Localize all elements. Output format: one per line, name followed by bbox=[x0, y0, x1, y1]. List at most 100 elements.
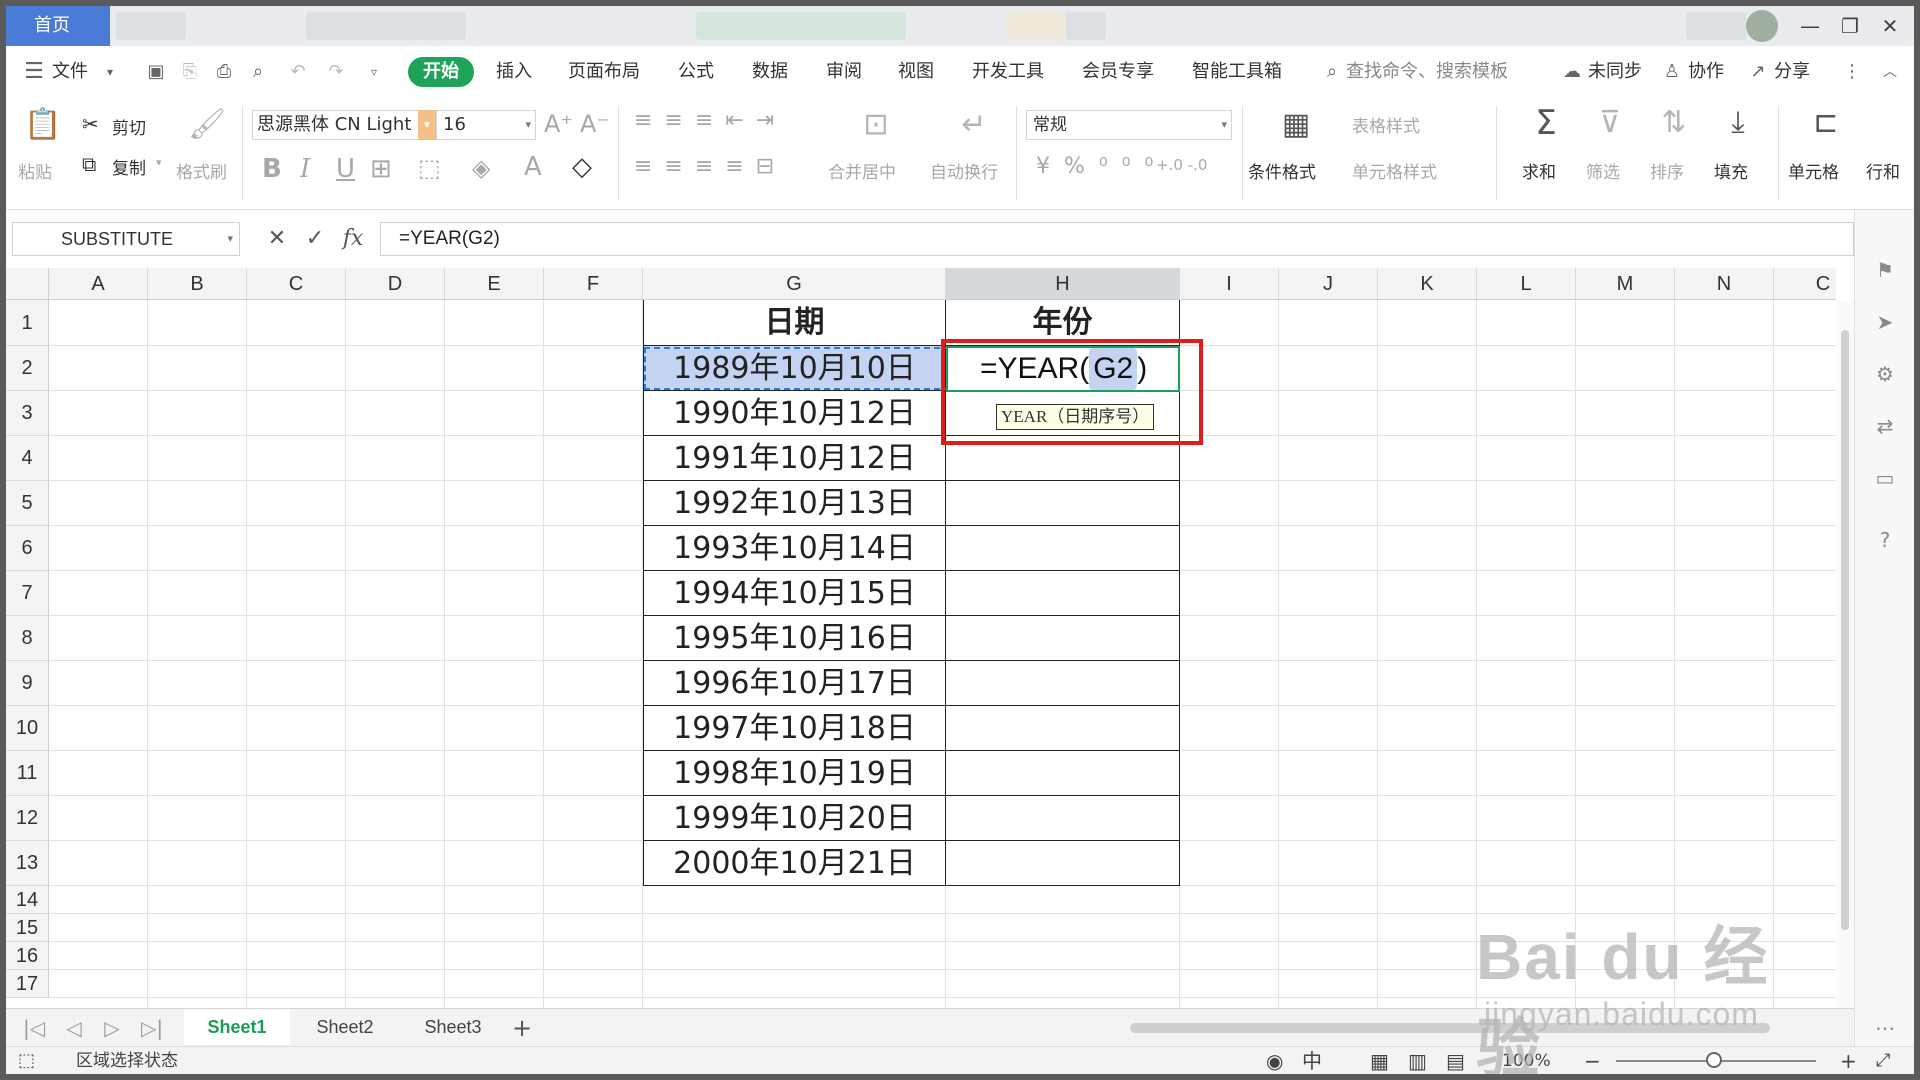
date-cell[interactable]: 1997年10月18日 bbox=[644, 706, 946, 751]
date-cell[interactable]: 1991年10月12日 bbox=[644, 436, 946, 481]
customize-icon[interactable]: ▿ bbox=[362, 60, 386, 84]
row-header[interactable]: 11 bbox=[6, 751, 49, 796]
column-header[interactable]: L bbox=[1477, 268, 1576, 300]
date-cell[interactable]: 1996年10月17日 bbox=[644, 661, 946, 706]
date-cell[interactable]: 1999年10月20日 bbox=[644, 796, 946, 841]
date-cell[interactable]: 1994年10月15日 bbox=[644, 571, 946, 616]
column-header[interactable]: G bbox=[643, 268, 946, 300]
cell-icon[interactable]: ⊏ bbox=[1806, 106, 1846, 140]
cursor-icon[interactable]: ➤ bbox=[1873, 310, 1897, 334]
column-header[interactable]: A bbox=[49, 268, 148, 300]
first-sheet-icon[interactable]: |◁ bbox=[22, 1015, 46, 1041]
redo-icon[interactable]: ↷ bbox=[324, 60, 348, 84]
language-icon[interactable]: 中 bbox=[1302, 1049, 1322, 1073]
menu-data[interactable]: 数据 bbox=[752, 58, 788, 86]
tab-blurred[interactable] bbox=[1066, 12, 1106, 40]
sheet-tab-1[interactable]: Sheet1 bbox=[184, 1009, 290, 1045]
sheet-tab-2[interactable]: Sheet2 bbox=[292, 1009, 398, 1045]
menu-smart-toolbox[interactable]: 智能工具箱 bbox=[1192, 58, 1282, 86]
date-cell[interactable]: 1998年10月19日 bbox=[644, 751, 946, 796]
help-icon[interactable]: ? bbox=[1873, 528, 1897, 552]
close-button[interactable]: ✕ bbox=[1870, 10, 1910, 42]
sum-icon[interactable]: Σ bbox=[1526, 106, 1566, 140]
year-cell[interactable] bbox=[946, 481, 1180, 526]
date-cell[interactable]: 1995年10月16日 bbox=[644, 616, 946, 661]
fill-button[interactable]: 填充 bbox=[1714, 158, 1748, 183]
year-cell[interactable] bbox=[946, 796, 1180, 841]
print-icon[interactable]: ⎙ bbox=[212, 60, 236, 84]
more-icon[interactable]: ⋮ bbox=[1840, 60, 1864, 84]
transform-icon[interactable]: ⇄ bbox=[1873, 414, 1897, 438]
account-blurred[interactable] bbox=[1686, 12, 1746, 40]
row-header[interactable]: 8 bbox=[6, 616, 49, 661]
undo-icon[interactable]: ↶ bbox=[286, 60, 310, 84]
tab-blurred[interactable] bbox=[306, 12, 466, 40]
page-layout-view-icon[interactable]: ▥ bbox=[1408, 1049, 1427, 1073]
cell-g1-header[interactable]: 日期 bbox=[644, 300, 946, 346]
command-search[interactable]: 查找命令、搜索模板 bbox=[1346, 58, 1508, 86]
share-button[interactable]: 分享 bbox=[1774, 58, 1810, 86]
row-header[interactable]: 7 bbox=[6, 571, 49, 616]
year-cell[interactable] bbox=[946, 841, 1180, 886]
date-cell[interactable]: 2000年10月21日 bbox=[644, 841, 946, 886]
column-header[interactable]: D bbox=[346, 268, 445, 300]
sync-status[interactable]: 未同步 bbox=[1588, 58, 1642, 86]
column-header[interactable]: J bbox=[1279, 268, 1378, 300]
minimize-button[interactable]: — bbox=[1790, 10, 1830, 42]
restore-button[interactable]: ❐ bbox=[1830, 10, 1870, 42]
scroll-thumb[interactable] bbox=[1841, 330, 1849, 930]
chevron-down-icon[interactable]: ▾ bbox=[156, 156, 162, 169]
decrease-font-icon[interactable]: A⁻ bbox=[580, 110, 609, 138]
table-style-button[interactable]: 表格样式 bbox=[1352, 112, 1420, 137]
sort-button[interactable]: 排序 bbox=[1650, 158, 1684, 183]
row-header[interactable]: 14 bbox=[6, 886, 49, 914]
sum-button[interactable]: 求和 bbox=[1522, 158, 1556, 183]
vertical-align-icons[interactable]: ≡≡≡⇤⇥ bbox=[634, 108, 786, 133]
merge-icon[interactable]: ⊡ bbox=[856, 108, 896, 142]
border-icon[interactable]: ⊞ bbox=[370, 154, 392, 184]
date-cell[interactable]: 1992年10月13日 bbox=[644, 481, 946, 526]
date-cell[interactable]: 1993年10月14日 bbox=[644, 526, 946, 571]
number-format-icons[interactable]: ¥%⁰⁰⁰ bbox=[1036, 154, 1167, 179]
rocket-icon[interactable]: ⚑ bbox=[1873, 258, 1897, 282]
confirm-icon[interactable]: ✓ bbox=[300, 224, 330, 254]
decimal-icons[interactable]: +.0 -.0 bbox=[1156, 156, 1207, 174]
avatar[interactable] bbox=[1746, 10, 1778, 42]
sheet-tab-3[interactable]: Sheet3 bbox=[400, 1009, 506, 1045]
cut-button[interactable]: 剪切 bbox=[112, 114, 146, 139]
row-header[interactable]: 5 bbox=[6, 481, 49, 526]
year-cell[interactable] bbox=[946, 661, 1180, 706]
vertical-scrollbar[interactable] bbox=[1836, 300, 1854, 1008]
menu-start[interactable]: 开始 bbox=[408, 57, 474, 87]
paste-button[interactable]: 粘贴 bbox=[18, 158, 52, 183]
rowcol-button[interactable]: 行和 bbox=[1866, 158, 1900, 183]
menu-insert[interactable]: 插入 bbox=[496, 58, 532, 86]
column-header[interactable]: N bbox=[1675, 268, 1774, 300]
underline-icon[interactable]: U bbox=[336, 154, 355, 184]
column-header[interactable]: C bbox=[1774, 268, 1836, 300]
wrap-text-button[interactable]: 自动换行 bbox=[930, 158, 998, 183]
add-sheet-icon[interactable]: + bbox=[510, 1015, 534, 1041]
column-header[interactable]: I bbox=[1180, 268, 1279, 300]
menu-member[interactable]: 会员专享 bbox=[1082, 58, 1154, 86]
column-header[interactable]: K bbox=[1378, 268, 1477, 300]
format-painter-button[interactable]: 格式刷 bbox=[176, 158, 227, 183]
year-cell[interactable] bbox=[946, 706, 1180, 751]
export-icon[interactable]: ⎘ bbox=[178, 60, 202, 84]
zoom-in-icon[interactable]: + bbox=[1840, 1049, 1857, 1073]
wrap-text-icon[interactable]: ↵ bbox=[954, 108, 994, 142]
select-all-corner[interactable] bbox=[6, 268, 49, 300]
normal-view-icon[interactable]: ▦ bbox=[1370, 1049, 1389, 1073]
tab-blurred[interactable] bbox=[1006, 12, 1066, 40]
row-header[interactable]: 6 bbox=[6, 526, 49, 571]
eye-icon[interactable]: ◉ bbox=[1266, 1049, 1283, 1073]
menu-review[interactable]: 审阅 bbox=[826, 58, 862, 86]
name-box[interactable]: SUBSTITUTE ▾ bbox=[12, 222, 240, 256]
font-size-select[interactable]: 16 ▾ bbox=[436, 110, 536, 140]
archive-icon[interactable]: ▭ bbox=[1873, 466, 1897, 490]
increase-font-icon[interactable]: A⁺ bbox=[544, 110, 573, 138]
column-header[interactable]: C bbox=[247, 268, 346, 300]
year-cell[interactable] bbox=[946, 526, 1180, 571]
tab-blurred[interactable] bbox=[696, 12, 906, 40]
horizontal-align-icons[interactable]: ≡≡≡≡⊟ bbox=[634, 154, 786, 179]
